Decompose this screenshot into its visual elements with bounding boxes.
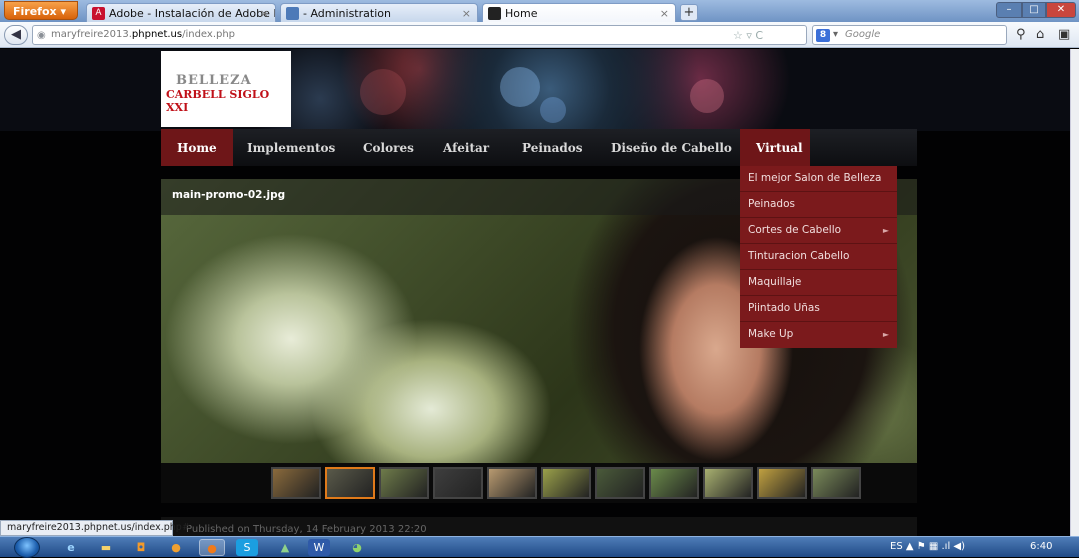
dropdown-item-make-up[interactable]: Make Up ►: [740, 322, 897, 348]
search-magnifier-icon[interactable]: ⚲: [1016, 27, 1026, 42]
back-arrow-icon: ◀: [11, 27, 21, 42]
dropdown-item-cortes[interactable]: Cortes de Cabello ►: [740, 218, 897, 244]
explorer-icon[interactable]: ▬: [93, 539, 119, 556]
menu-item-peinados[interactable]: Peinados: [506, 129, 599, 166]
search-engine-dropdown-icon[interactable]: ▾: [833, 29, 838, 40]
vertical-scrollbar[interactable]: [1070, 49, 1079, 536]
slider-thumbnail[interactable]: [595, 467, 645, 499]
url-domain: phpnet.us: [131, 29, 183, 40]
bokeh-decoration: [360, 69, 406, 115]
bookmarks-menu-icon[interactable]: ▣: [1058, 27, 1070, 42]
virtual-dropdown-menu: El mejor Salon de Belleza Peinados Corte…: [740, 166, 897, 348]
ie-icon[interactable]: e: [58, 539, 84, 556]
status-bar-url: maryfreire2013.phpnet.us/index.php#: [0, 520, 190, 536]
dropdown-label: Piintado Uñas: [748, 302, 820, 314]
picture-icon[interactable]: ▲: [272, 539, 298, 556]
menu-item-afeitar[interactable]: Afeitar: [427, 129, 505, 166]
main-menu: Home Implementos Colores Afeitar Peinado…: [161, 129, 917, 166]
tab-home[interactable]: Home ×: [482, 3, 676, 22]
word-icon[interactable]: W: [308, 539, 330, 556]
adobe-icon: A: [92, 7, 105, 20]
skype-icon[interactable]: S: [236, 539, 258, 556]
slider-thumbnail[interactable]: [811, 467, 861, 499]
menu-item-diseno-cabello[interactable]: Diseño de Cabello: [595, 129, 748, 166]
menu-item-implementos[interactable]: Implementos: [231, 129, 351, 166]
dropdown-item-mejor-salon[interactable]: El mejor Salon de Belleza: [740, 166, 897, 192]
submenu-arrow-icon: ►: [882, 330, 889, 339]
close-tab-icon[interactable]: ×: [462, 7, 471, 20]
dropdown-label: Cortes de Cabello: [748, 224, 842, 236]
dropdown-label: El mejor Salon de Belleza: [748, 172, 882, 184]
dropdown-item-maquillaje[interactable]: Maquillaje: [740, 270, 897, 296]
tab-adobe[interactable]: A Adobe - Instalación de Adobe Flash P..…: [86, 3, 276, 22]
tab-label: Adobe - Instalación de Adobe Flash P...: [109, 7, 275, 20]
tab-label: Home: [505, 7, 538, 20]
dropdown-item-tinturacion[interactable]: Tinturacion Cabello: [740, 244, 897, 270]
firefox-menu-button[interactable]: Firefox ▾: [4, 1, 78, 20]
slider-thumbnails: [161, 463, 917, 503]
url-host: maryfreire2013.: [51, 29, 132, 40]
logo-line-2: CARBELL SIGLO XXI: [166, 88, 270, 114]
globe-icon: ◉: [37, 30, 46, 41]
site-logo[interactable]: BELLEZA CARBELL SIGLO XXI: [161, 51, 291, 127]
dropdown-label: Make Up: [748, 328, 794, 340]
bookmark-star-icon[interactable]: ☆ ▿ C: [733, 29, 763, 42]
minimize-button[interactable]: –: [996, 2, 1022, 18]
search-placeholder: Google: [845, 29, 881, 40]
start-button[interactable]: [14, 537, 40, 558]
close-tab-icon[interactable]: ×: [660, 7, 669, 20]
bokeh-decoration: [500, 67, 540, 107]
url-path: /index.php: [182, 29, 236, 40]
clock[interactable]: 6:40: [1030, 541, 1052, 552]
slider-thumbnail[interactable]: [541, 467, 591, 499]
slider-thumbnail[interactable]: [649, 467, 699, 499]
media-player-icon[interactable]: ◘: [128, 539, 154, 556]
published-date: Published on Thursday, 14 February 2013 …: [186, 524, 427, 535]
dropdown-item-peinados[interactable]: Peinados: [740, 192, 897, 218]
dropdown-item-pintado-unas[interactable]: Piintado Uñas: [740, 296, 897, 322]
menu-item-virtual[interactable]: Virtual: [740, 129, 810, 166]
system-tray: ES ▲ ⚑ ▦ .ıl ◀): [890, 541, 965, 552]
page-viewport: BELLEZA CARBELL SIGLO XXI Home Implement…: [0, 49, 1070, 536]
chrome-icon[interactable]: ◕: [344, 539, 370, 556]
new-tab-button[interactable]: +: [680, 4, 698, 21]
tab-administration[interactable]: - Administration ×: [280, 3, 478, 22]
menu-item-colores[interactable]: Colores: [347, 129, 430, 166]
site-favicon-icon: [488, 7, 501, 20]
firefox-menu-label: Firefox: [13, 5, 57, 18]
tab-label: - Administration: [303, 7, 391, 20]
bokeh-decoration: [690, 79, 724, 113]
dropdown-label: Peinados: [748, 198, 795, 210]
language-indicator[interactable]: ES: [890, 541, 903, 552]
navigation-toolbar: ◀ ◉ maryfreire2013.phpnet.us/index.php ☆…: [0, 22, 1079, 48]
slider-thumbnail[interactable]: [487, 467, 537, 499]
windows-taskbar: e ▬ ◘ ● ● S ▲ W ◕ ES ▲ ⚑ ▦ .ıl ◀) 6:40: [0, 536, 1079, 558]
home-icon[interactable]: ⌂: [1036, 27, 1044, 42]
maximize-button[interactable]: □: [1022, 2, 1046, 18]
menu-item-home[interactable]: Home: [161, 129, 233, 166]
back-button[interactable]: ◀: [4, 25, 28, 45]
slider-thumbnail[interactable]: [379, 467, 429, 499]
submenu-arrow-icon: ►: [882, 226, 889, 235]
joomla-icon: [286, 7, 299, 20]
google-icon: 8: [816, 29, 830, 42]
slider-thumbnail[interactable]: [703, 467, 753, 499]
firefox-icon[interactable]: ●: [163, 539, 189, 556]
bokeh-decoration: [540, 97, 566, 123]
close-window-button[interactable]: ✕: [1046, 2, 1076, 18]
slider-thumbnail[interactable]: [433, 467, 483, 499]
logo-line-1: BELLEZA: [176, 73, 252, 88]
slider-thumbnail[interactable]: [271, 467, 321, 499]
slide-caption: main-promo-02.jpg: [172, 189, 286, 201]
browser-titlebar: Firefox ▾ A Adobe - Instalación de Adobe…: [0, 0, 1079, 22]
close-tab-icon[interactable]: ×: [260, 7, 269, 20]
slider-thumbnail[interactable]: [757, 467, 807, 499]
dropdown-label: Tinturacion Cabello: [748, 250, 850, 262]
firefox-active-icon[interactable]: ●: [199, 539, 225, 556]
address-bar[interactable]: ◉ maryfreire2013.phpnet.us/index.php ☆ ▿…: [32, 25, 807, 45]
dropdown-label: Maquillaje: [748, 276, 802, 288]
search-field[interactable]: 8 ▾ Google: [812, 25, 1007, 45]
article-info-bar: Published on Thursday, 14 February 2013 …: [161, 517, 917, 536]
slider-thumbnail[interactable]: [325, 467, 375, 499]
